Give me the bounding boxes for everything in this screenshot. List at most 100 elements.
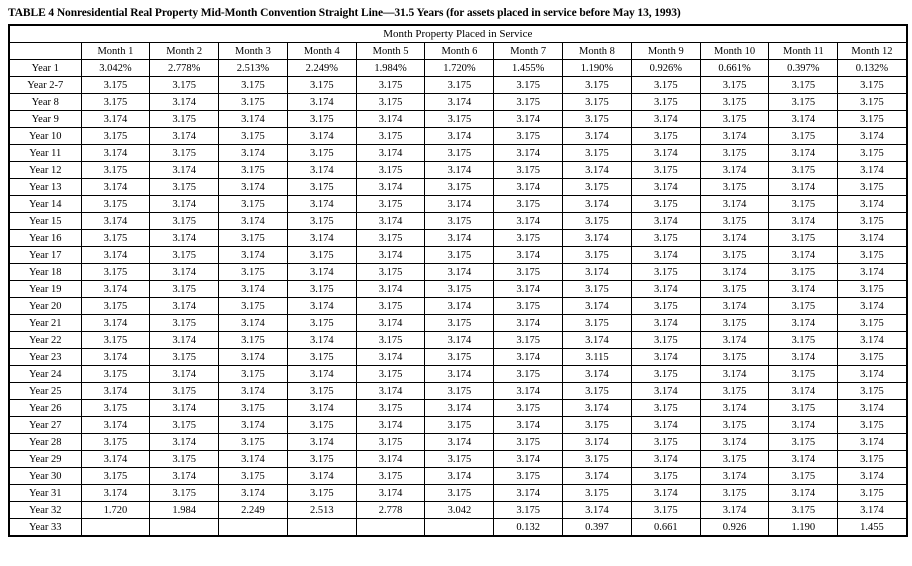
rate-cell: 3.175 — [699, 212, 770, 230]
rate-cell: 3.174 — [493, 314, 564, 332]
rate-cell: 3.174 — [699, 263, 770, 281]
rate-cell: 2.513% — [218, 59, 288, 77]
rate-cell: 3.174 — [149, 195, 220, 213]
rate-cell: 1.720 — [80, 501, 151, 519]
rate-cell: 3.175 — [562, 178, 632, 196]
rate-cell: 3.174 — [424, 127, 495, 145]
rate-cell: 3.174 — [493, 484, 564, 502]
table-row: Year 16 3.175 3.174 3.175 3.174 3.175 3.174 3.1… — [8, 229, 908, 247]
rate-cell: 3.175 — [699, 416, 770, 434]
rate-cell: 3.174 — [837, 297, 908, 315]
rate-cell: 3.175 — [562, 212, 632, 230]
rate-cell: 3.175 — [424, 484, 495, 502]
rate-cell: 3.174 — [630, 314, 701, 332]
rate-cell: 3.175 — [630, 297, 701, 315]
rate-cell: 3.174 — [424, 161, 495, 179]
rate-cell: 3.175 — [837, 76, 908, 94]
rate-cell: 3.174 — [355, 416, 426, 434]
rate-cell: 3.174 — [768, 416, 839, 434]
rate-cell: 3.175 — [286, 110, 357, 128]
rate-cell: 3.175 — [630, 263, 701, 281]
row-header-year: Year 16 — [8, 229, 82, 247]
rate-cell: 3.174 — [630, 382, 701, 400]
rate-cell: 3.175 — [424, 212, 495, 230]
rate-cell: 3.174 — [768, 110, 839, 128]
rate-cell: 3.175 — [218, 229, 288, 247]
table-row: Year 11 3.174 3.175 3.174 3.175 3.174 3.175 3.1… — [8, 144, 908, 162]
rate-cell: 1.455% — [493, 59, 564, 77]
rate-cell: 3.174 — [80, 416, 151, 434]
rate-cell: 3.174 — [768, 178, 839, 196]
rate-cell: 3.174 — [355, 314, 426, 332]
row-header-year: Year 24 — [8, 365, 82, 383]
table-row: Year 2-7 3.175 3.175 3.175 3.175 3.175 3.175 3.… — [8, 76, 908, 94]
column-header-month-4: Month 4 — [286, 42, 357, 60]
rate-cell: 3.174 — [80, 314, 151, 332]
rate-cell: 3.175 — [630, 501, 701, 519]
rate-cell: 3.175 — [286, 144, 357, 162]
rate-cell: 3.174 — [837, 263, 908, 281]
rate-cell: 3.175 — [149, 416, 220, 434]
rate-cell: 3.175 — [80, 365, 151, 383]
rate-cell: 3.175 — [355, 297, 426, 315]
rate-cell: 3.174 — [699, 195, 770, 213]
row-header-year: Year 11 — [8, 144, 82, 162]
rate-cell: 3.174 — [218, 416, 288, 434]
rate-cell: 3.175 — [562, 484, 632, 502]
rate-cell: 3.174 — [768, 246, 839, 264]
column-header-month-5: Month 5 — [355, 42, 426, 60]
rate-cell: 3.175 — [355, 331, 426, 349]
table-row: Year 13 3.174 3.175 3.174 3.175 3.174 3.175 3.1… — [8, 178, 908, 196]
rate-cell: 3.174 — [493, 416, 564, 434]
rate-cell: 3.174 — [493, 212, 564, 230]
rate-cell: 3.175 — [355, 93, 426, 111]
rate-cell: 1.455 — [837, 518, 908, 537]
rate-cell: 3.174 — [218, 280, 288, 298]
column-header-month-3: Month 3 — [218, 42, 288, 60]
rate-cell: 3.174 — [80, 348, 151, 366]
rate-cell: 3.174 — [355, 178, 426, 196]
rate-cell: 3.175 — [768, 161, 839, 179]
rate-cell: 3.174 — [355, 246, 426, 264]
table-row: Year 18 3.175 3.174 3.175 3.174 3.175 3.174 3.1… — [8, 263, 908, 281]
rate-cell: 3.174 — [149, 433, 220, 451]
rate-cell: 3.174 — [355, 484, 426, 502]
rate-cell: 3.174 — [218, 450, 288, 468]
rate-cell: 3.174 — [630, 110, 701, 128]
rate-cell: 3.175 — [699, 246, 770, 264]
row-header-year: Year 33 — [8, 518, 82, 537]
rate-cell: 3.174 — [630, 416, 701, 434]
rate-cell: 3.174 — [493, 382, 564, 400]
rate-cell: 3.175 — [286, 382, 357, 400]
rate-cell: 3.175 — [218, 365, 288, 383]
rate-cell: 3.175 — [149, 144, 220, 162]
rate-cell: 3.174 — [768, 212, 839, 230]
rate-cell: 3.175 — [424, 348, 495, 366]
row-header-year: Year 10 — [8, 127, 82, 145]
rate-cell: 3.174 — [149, 365, 220, 383]
rate-cell: 3.174 — [699, 467, 770, 485]
row-header-year: Year 21 — [8, 314, 82, 332]
rate-cell — [80, 518, 151, 537]
rate-cell: 2.778 — [355, 501, 426, 519]
rate-cell: 3.174 — [286, 93, 357, 111]
rate-cell: 3.175 — [562, 416, 632, 434]
rate-cell: 3.175 — [562, 450, 632, 468]
rate-cell: 3.174 — [699, 127, 770, 145]
column-header-month-7: Month 7 — [493, 42, 564, 60]
rate-cell: 3.175 — [768, 331, 839, 349]
rate-cell: 3.175 — [424, 110, 495, 128]
rate-cell: 3.174 — [562, 331, 632, 349]
table-row: Year 1 3.042% 2.778% 2.513% 2.249% 1.984% 1.72… — [8, 59, 908, 77]
rate-cell: 3.175 — [424, 280, 495, 298]
rate-cell: 3.175 — [699, 382, 770, 400]
rate-cell: 3.174 — [149, 161, 220, 179]
rate-cell: 3.175 — [630, 229, 701, 247]
rate-cell: 3.174 — [424, 433, 495, 451]
rate-cell — [218, 518, 288, 537]
table-row: Year 25 3.174 3.175 3.174 3.175 3.174 3.175 3.1… — [8, 382, 908, 400]
rate-cell: 3.174 — [286, 229, 357, 247]
rate-cell: 3.174 — [149, 263, 220, 281]
rate-cell: 3.175 — [286, 178, 357, 196]
rate-cell: 3.174 — [562, 501, 632, 519]
